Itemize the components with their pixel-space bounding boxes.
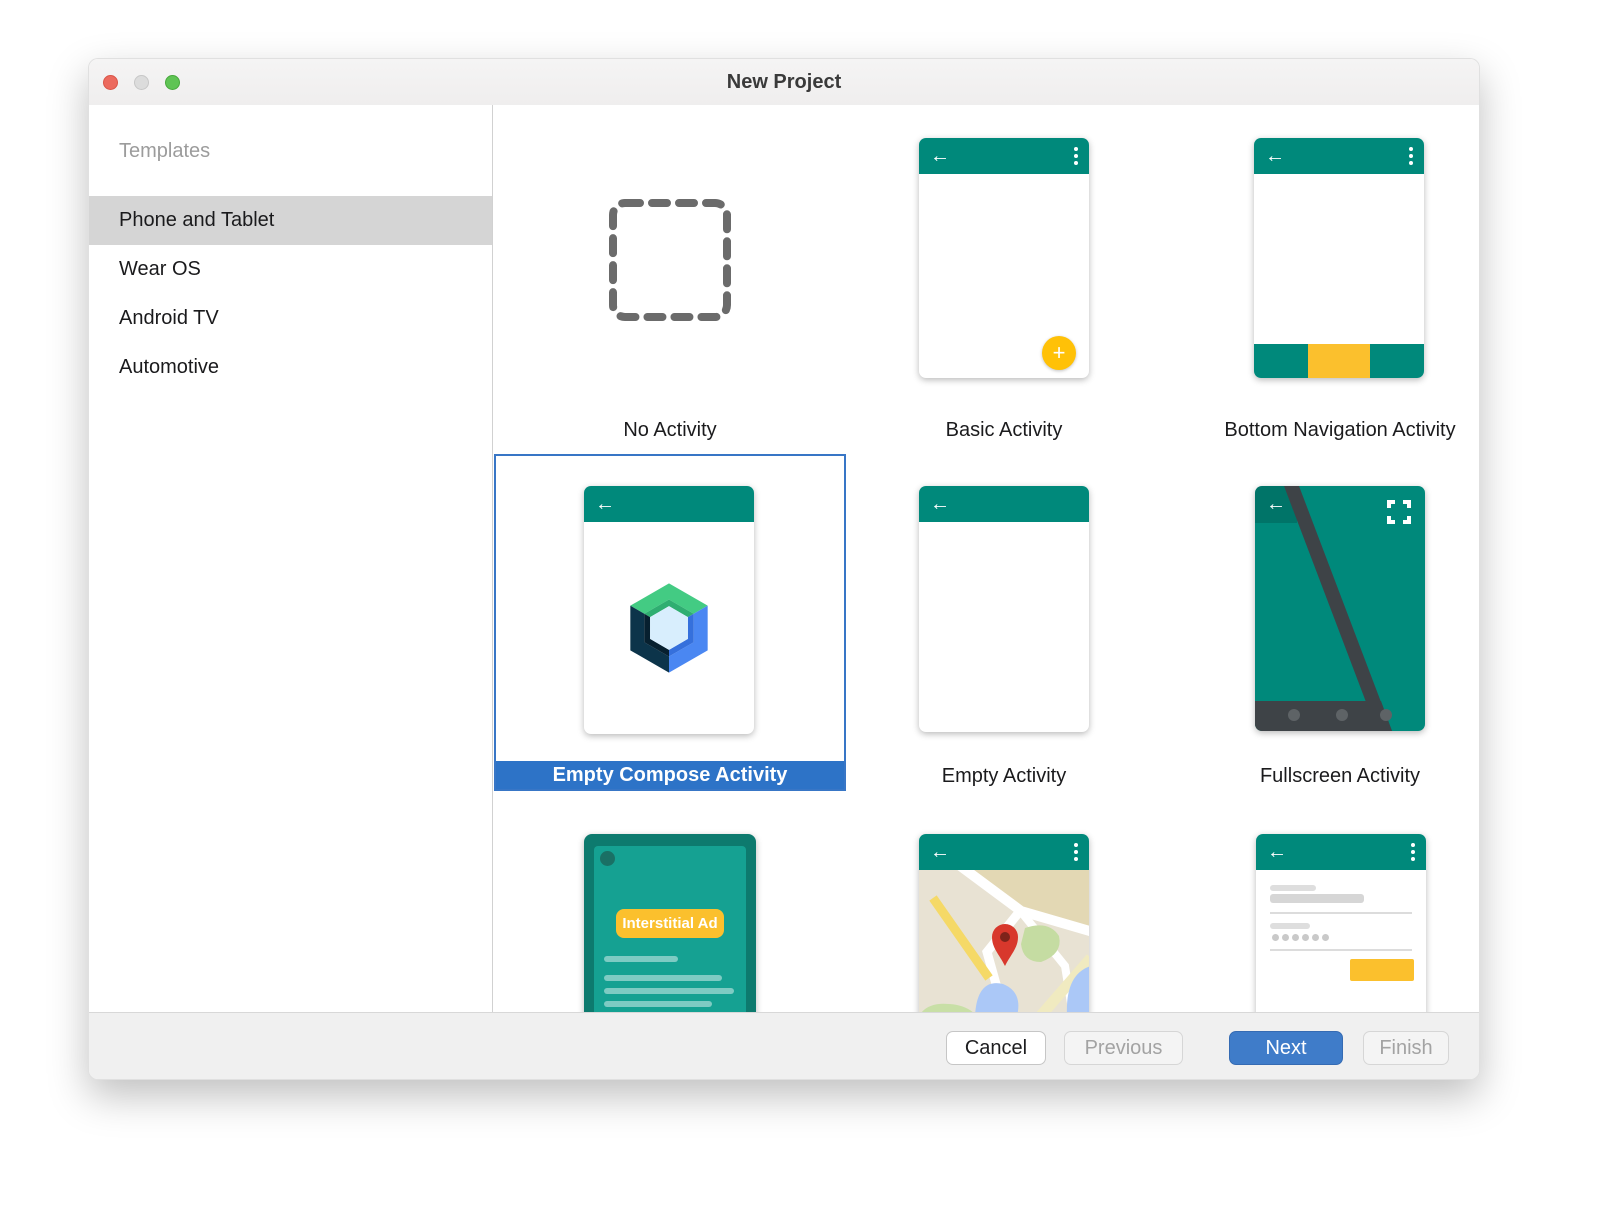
overflow-menu-icon — [1411, 843, 1415, 861]
fullscreen-icon — [1385, 498, 1413, 526]
mock-app-bar: ← — [1256, 834, 1426, 870]
template-card-maps-activity[interactable]: ← — [919, 834, 1089, 1012]
template-label-bottom-navigation-activity: Bottom Navigation Activity — [1170, 419, 1479, 442]
field-label-placeholder — [1270, 885, 1316, 891]
text-placeholder-line — [604, 1001, 712, 1007]
new-project-dialog: New Project Templates Phone and Tablet W… — [88, 58, 1480, 1080]
previous-button: Previous — [1064, 1031, 1183, 1065]
overflow-menu-icon — [1074, 147, 1078, 165]
template-grid: No Activity ← + Basic Activity ← — [493, 105, 1479, 1012]
mock-app-bar: ← — [919, 138, 1089, 174]
text-placeholder-line — [604, 988, 734, 994]
mock-app-bar: ← — [919, 486, 1089, 522]
mock-app-bar: ← — [1254, 138, 1424, 174]
sidebar-item-automotive[interactable]: Automotive — [89, 343, 492, 392]
finish-button: Finish — [1363, 1031, 1449, 1065]
overflow-menu-icon — [1074, 843, 1078, 861]
template-label-basic-activity: Basic Activity — [834, 419, 1174, 442]
cancel-button[interactable]: Cancel — [946, 1031, 1046, 1065]
screen: New Project Templates Phone and Tablet W… — [0, 0, 1600, 1205]
template-card-basic-activity[interactable]: ← + — [919, 138, 1089, 378]
sidebar-item-android-tv[interactable]: Android TV — [89, 294, 492, 343]
field-underline — [1270, 912, 1412, 914]
mock-app-bar: ← — [919, 834, 1089, 870]
sidebar-header: Templates — [119, 138, 492, 164]
field-label-placeholder — [1270, 923, 1310, 929]
map-artwork — [919, 870, 1089, 1012]
password-dots — [1272, 934, 1329, 941]
text-placeholder-line — [604, 956, 678, 962]
template-card-bottom-navigation-activity[interactable]: ← — [1254, 138, 1424, 378]
text-placeholder-line — [604, 975, 722, 981]
camera-dot-icon — [600, 851, 615, 866]
dialog-footer: Cancel Previous Next Finish — [89, 1012, 1479, 1079]
compose-mockup[interactable]: ← — [584, 486, 754, 734]
fab-plus-icon: + — [1042, 336, 1076, 370]
template-card-empty-activity[interactable]: ← — [919, 486, 1089, 732]
templates-sidebar: Templates Phone and Tablet Wear OS Andro… — [89, 105, 493, 1012]
overflow-menu-icon — [1409, 147, 1413, 165]
dialog-title: New Project — [89, 59, 1479, 105]
jetpack-compose-logo — [612, 569, 726, 687]
template-label-empty-activity: Empty Activity — [834, 765, 1174, 788]
template-card-no-activity[interactable] — [608, 198, 732, 322]
selected-template-label: Empty Compose Activity — [496, 761, 844, 789]
back-arrow-icon: ← — [930, 146, 950, 166]
back-arrow-icon: ← — [1265, 146, 1285, 166]
sidebar-item-phone-and-tablet[interactable]: Phone and Tablet — [89, 196, 492, 245]
back-arrow-icon: ← — [1266, 494, 1286, 514]
back-arrow-icon: ← — [930, 494, 950, 514]
template-label-no-activity: No Activity — [500, 419, 840, 442]
template-card-admob-ads-activity[interactable]: Interstitial Ad — [584, 834, 756, 1012]
back-arrow-icon: ← — [1267, 842, 1287, 862]
interstitial-ad-badge: Interstitial Ad — [616, 909, 724, 938]
template-card-fullscreen-activity[interactable]: ← — [1255, 486, 1425, 731]
next-button[interactable]: Next — [1229, 1031, 1343, 1065]
sidebar-item-wear-os[interactable]: Wear OS — [89, 245, 492, 294]
template-card-login-activity[interactable]: ← — [1256, 834, 1426, 1012]
field-underline — [1270, 949, 1412, 951]
field-value-placeholder — [1270, 894, 1364, 903]
back-arrow-icon: ← — [595, 494, 615, 514]
title-bar: New Project — [89, 59, 1479, 106]
bottom-navigation-bar — [1254, 344, 1424, 378]
login-button-placeholder — [1350, 959, 1414, 981]
ad-phone-screen: Interstitial Ad — [594, 846, 746, 1012]
back-arrow-icon: ← — [930, 842, 950, 862]
template-label-fullscreen-activity: Fullscreen Activity — [1170, 765, 1479, 788]
no-activity-dashed-square-icon — [608, 198, 732, 322]
mock-app-bar: ← — [584, 486, 754, 522]
